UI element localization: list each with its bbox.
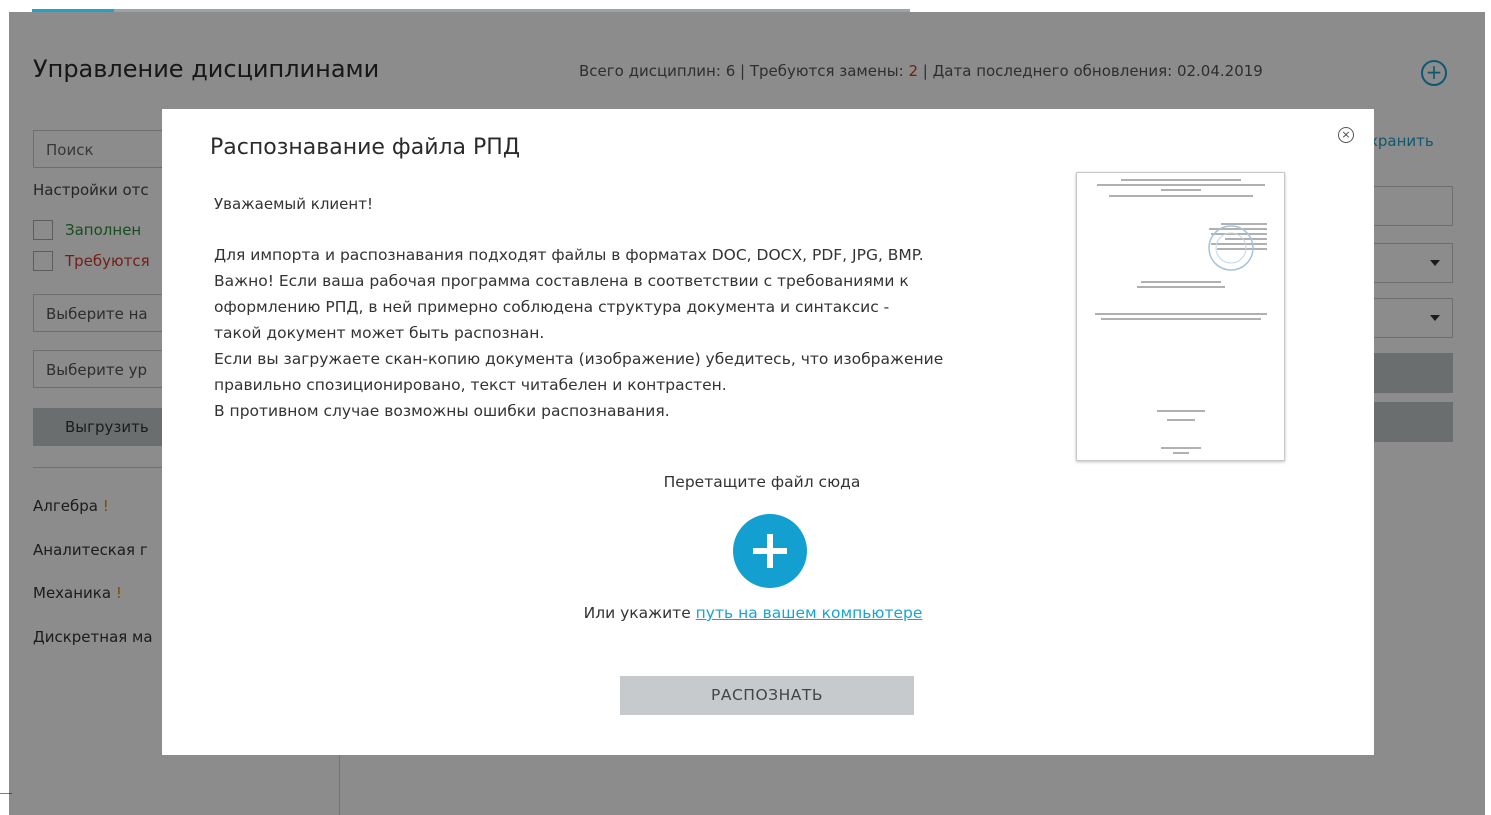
plus-icon[interactable]: [733, 514, 807, 588]
instructions-text: Для импорта и распознавания подходят фай…: [214, 242, 1044, 424]
instruction-line: оформлению РПД, в ней примерно соблюдена…: [214, 298, 890, 316]
modal-title: Распознавание файла РПД: [210, 135, 521, 160]
document-preview-image: [1076, 172, 1285, 461]
instruction-line: Для импорта и распознавания подходят фай…: [214, 246, 924, 264]
document-thumbnail: [1095, 179, 1267, 454]
browse-computer-link[interactable]: путь на вашем компьютере: [696, 604, 923, 622]
instruction-line: Важно! Если ваша рабочая программа соста…: [214, 272, 909, 290]
instruction-line: Если вы загружаете скан-копию документа …: [214, 350, 944, 368]
recognition-modal: × Распознавание файла РПД Уважаемый клие…: [162, 109, 1374, 755]
instruction-line: правильно спозиционировано, текст читабе…: [214, 376, 727, 394]
greeting-text: Уважаемый клиент!: [214, 195, 373, 213]
instruction-line: такой документ может быть распознан.: [214, 324, 545, 342]
path-prefix: Или укажите: [583, 604, 696, 622]
drag-drop-text: Перетащите файл сюда: [663, 473, 861, 491]
plus-icon-vertical: [767, 534, 773, 568]
instruction-line: В противном случае возможны ошибки распо…: [214, 402, 670, 420]
recognize-button[interactable]: РАСПОЗНАТЬ: [620, 676, 914, 715]
close-icon[interactable]: ×: [1338, 127, 1354, 143]
top-tab-bar: [9, 0, 1479, 12]
file-path-row: Или укажите путь на вашем компьютере: [162, 604, 1374, 622]
